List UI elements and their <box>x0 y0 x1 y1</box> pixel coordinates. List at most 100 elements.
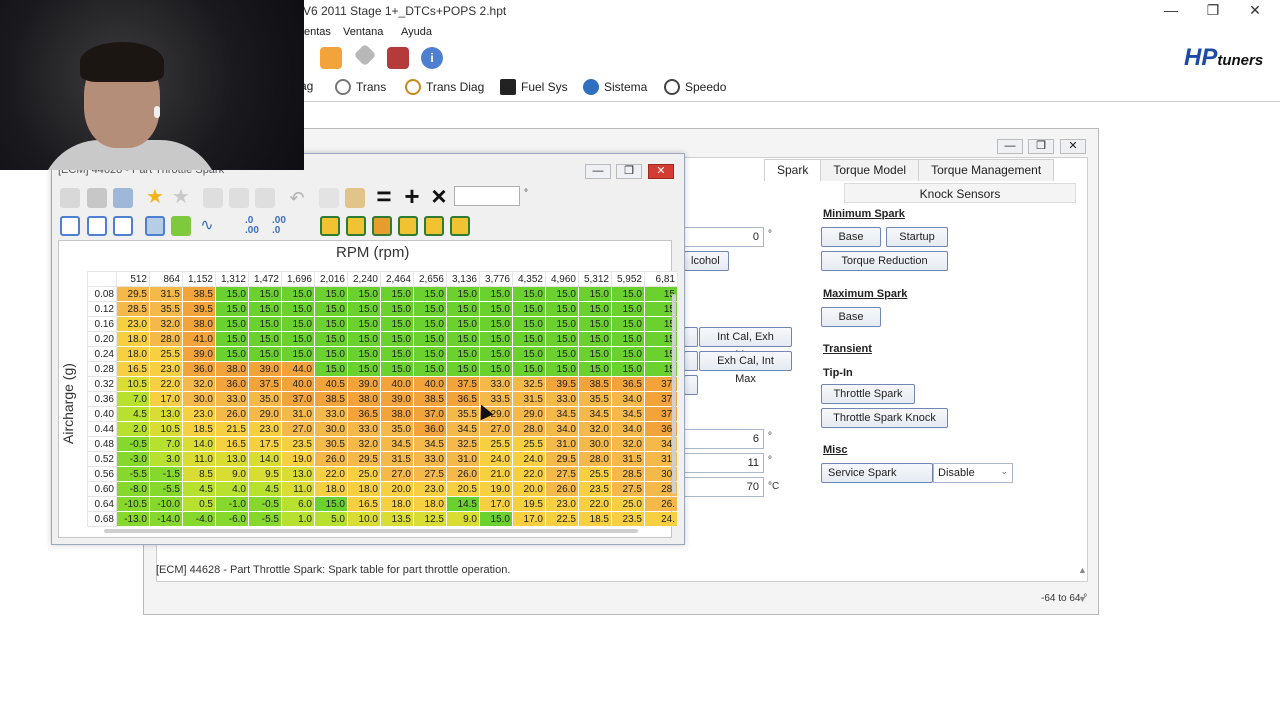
tab-torque-model[interactable]: Torque Model <box>820 159 920 181</box>
table-cell[interactable]: 29.0 <box>248 406 282 422</box>
table-cell[interactable]: 34.5 <box>413 436 447 452</box>
table-cell[interactable]: 15.0 <box>545 361 579 377</box>
table-cell[interactable]: 38.0 <box>347 391 381 407</box>
table-cell[interactable]: -4.0 <box>182 511 216 527</box>
table-cell[interactable]: 27.5 <box>413 466 447 482</box>
table-cell[interactable]: 2.0 <box>116 421 150 437</box>
decimal-decrease-icon[interactable]: .00.0 <box>272 216 294 236</box>
table-cell[interactable]: 14.0 <box>182 436 216 452</box>
table-cell[interactable]: 26.0 <box>215 406 249 422</box>
table-cell[interactable]: 35.0 <box>380 421 414 437</box>
table-cell[interactable]: 15.0 <box>281 316 315 332</box>
table-cell[interactable]: 19.0 <box>479 481 513 497</box>
plus-icon[interactable]: + <box>402 183 422 209</box>
table-cell[interactable]: 15.0 <box>215 316 249 332</box>
table-cell[interactable]: -10.5 <box>116 496 150 512</box>
table-cell[interactable]: 13.0 <box>149 406 183 422</box>
table-cell[interactable]: 38.0 <box>380 406 414 422</box>
table-cell[interactable]: 8.5 <box>182 466 216 482</box>
smooth-icon[interactable] <box>320 216 340 236</box>
table-close-button[interactable]: ✕ <box>648 164 674 179</box>
table-cell[interactable]: 15.0 <box>347 316 381 332</box>
exh-cal-int-max-button[interactable]: Exh Cal, Int Max <box>699 351 792 385</box>
table-cell[interactable]: -6.0 <box>215 511 249 527</box>
table-cell[interactable]: 26.0 <box>545 481 579 497</box>
table-cell[interactable]: 15.0 <box>413 331 447 347</box>
column-header[interactable]: 2,464 <box>380 271 414 287</box>
table-cell[interactable]: 15.0 <box>380 301 414 317</box>
editor-maximize-button[interactable]: ❐ <box>1028 139 1054 154</box>
row-header[interactable]: 0.24 <box>87 346 117 362</box>
table-cell[interactable]: 15.0 <box>413 346 447 362</box>
table-cell[interactable]: 15.0 <box>545 331 579 347</box>
table-cell[interactable]: 27.0 <box>479 421 513 437</box>
table-cell[interactable]: 15.0 <box>380 361 414 377</box>
table-cell[interactable]: 15.0 <box>446 316 480 332</box>
table-cell[interactable]: 15.0 <box>314 361 348 377</box>
table-cell[interactable]: 35.5 <box>149 301 183 317</box>
table-cell[interactable]: 18.5 <box>578 511 612 527</box>
table-cell[interactable]: 34.5 <box>446 421 480 437</box>
table-cell[interactable]: 15.0 <box>248 301 282 317</box>
table-cell[interactable]: 39.0 <box>248 361 282 377</box>
throttle-spark-knock-button[interactable]: Throttle Spark Knock <box>821 408 948 428</box>
table-cell[interactable]: 15.0 <box>545 316 579 332</box>
table-cell[interactable]: 10.0 <box>347 511 381 527</box>
table-cell[interactable]: 4.5 <box>116 406 150 422</box>
table-icon[interactable] <box>229 188 249 208</box>
table-cell[interactable]: 32.5 <box>512 376 546 392</box>
base-button[interactable]: Base <box>821 227 881 247</box>
row-header[interactable]: 0.56 <box>87 466 117 482</box>
table-cell[interactable]: 4.0 <box>215 481 249 497</box>
table-cell[interactable]: 38.0 <box>215 361 249 377</box>
table-cell[interactable]: 34.5 <box>578 406 612 422</box>
table-cell[interactable]: 27.0 <box>380 466 414 482</box>
editor-close-button[interactable]: ✕ <box>1060 139 1086 154</box>
table-cell[interactable]: 40.0 <box>413 376 447 392</box>
table-cell[interactable]: 16.5 <box>347 496 381 512</box>
service-spark-select[interactable]: Disable ⌄ <box>933 463 1013 483</box>
table-cell[interactable]: 29.5 <box>545 451 579 467</box>
table-cell[interactable]: 33.0 <box>413 451 447 467</box>
table-cell[interactable]: 15.0 <box>512 316 546 332</box>
table-cell[interactable]: 15.0 <box>413 286 447 302</box>
table-cell[interactable]: 38.5 <box>182 286 216 302</box>
flash-icon[interactable] <box>387 47 409 69</box>
table-cell[interactable]: 26.0 <box>314 451 348 467</box>
table-cell[interactable]: 21.0 <box>479 466 513 482</box>
row-header[interactable]: 0.36 <box>87 391 117 407</box>
service-spark-button[interactable]: Service Spark <box>821 463 933 483</box>
decimal-increase-icon[interactable]: .0.00 <box>245 216 267 236</box>
table-cell[interactable]: 15.0 <box>314 316 348 332</box>
tab-spark[interactable]: Spark <box>764 159 822 181</box>
undo-icon[interactable]: ↶ <box>287 188 307 208</box>
minimize-button[interactable]: — <box>1156 2 1186 20</box>
table-cell[interactable]: 15.0 <box>413 361 447 377</box>
partial-button-1[interactable] <box>684 327 698 347</box>
interpolate-icon[interactable] <box>398 216 418 236</box>
table-cell[interactable]: 32.0 <box>182 376 216 392</box>
table-cell[interactable]: 21.5 <box>215 421 249 437</box>
field-4[interactable]: 70 <box>684 477 764 497</box>
table-cell[interactable]: 15.0 <box>413 316 447 332</box>
table-cell[interactable]: 13.5 <box>380 511 414 527</box>
table-cell[interactable]: 6.0 <box>281 496 315 512</box>
table-cell[interactable]: 35.5 <box>578 391 612 407</box>
table-cell[interactable]: 23.0 <box>149 361 183 377</box>
table-cell[interactable]: 18.0 <box>116 331 150 347</box>
table-cell[interactable]: 11.0 <box>281 481 315 497</box>
torque-reduction-button[interactable]: Torque Reduction <box>821 251 948 271</box>
table-cell[interactable]: 15.0 <box>248 286 282 302</box>
table-cell[interactable]: 15.0 <box>380 286 414 302</box>
table-cell[interactable]: 15.0 <box>611 346 645 362</box>
table-cell[interactable]: 15.0 <box>479 346 513 362</box>
table-icon[interactable] <box>255 188 275 208</box>
table-cell[interactable]: 25.5 <box>512 436 546 452</box>
table-cell[interactable]: 15.0 <box>611 286 645 302</box>
table-cell[interactable]: 31.5 <box>149 286 183 302</box>
table-cell[interactable]: 25.5 <box>149 346 183 362</box>
table-cell[interactable]: 15.0 <box>314 346 348 362</box>
table-cell[interactable]: 23.0 <box>545 496 579 512</box>
table-cell[interactable]: 39.0 <box>380 391 414 407</box>
table-cell[interactable]: 33.0 <box>545 391 579 407</box>
